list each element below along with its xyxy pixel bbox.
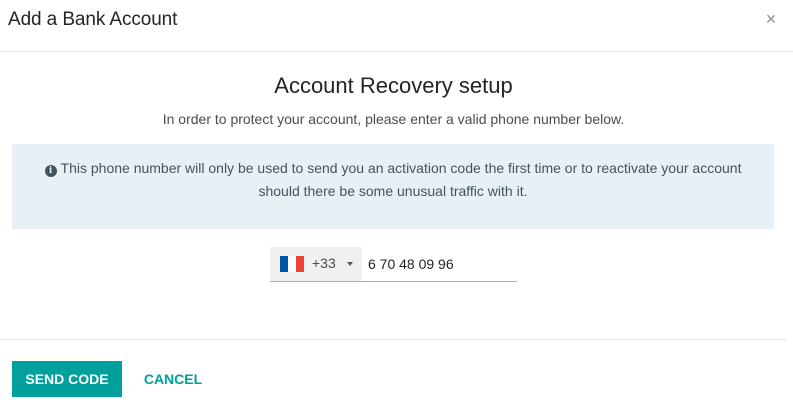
country-code-dropdown[interactable]: +33 <box>270 247 362 281</box>
info-circle-icon: i <box>44 165 57 177</box>
recovery-subtitle: In order to protect your account, please… <box>162 111 625 127</box>
dial-code: +33 <box>312 255 336 271</box>
info-alert: i This phone number will only be used to … <box>12 144 774 229</box>
add-bank-account-dialog: Add a Bank Account × Account Recovery se… <box>0 0 793 402</box>
flag-stripe-red <box>296 256 304 272</box>
cancel-button[interactable]: CANCEL <box>135 361 211 397</box>
close-icon[interactable]: × <box>763 10 779 28</box>
flag-stripe-white <box>288 256 296 272</box>
phone-number-input[interactable] <box>362 247 517 281</box>
dialog-header: Add a Bank Account × <box>0 0 793 52</box>
recovery-heading: Account Recovery setup <box>274 73 513 98</box>
dialog-title: Add a Bank Account <box>8 9 178 30</box>
info-text: This phone number will only be used to s… <box>60 160 742 199</box>
phone-field: +33 <box>270 247 517 282</box>
france-flag-icon <box>280 256 304 272</box>
dialog-footer-divider <box>0 339 787 340</box>
chevron-down-icon <box>347 262 353 266</box>
flag-stripe-blue <box>280 256 288 272</box>
send-code-button[interactable]: SEND CODE <box>12 361 122 397</box>
